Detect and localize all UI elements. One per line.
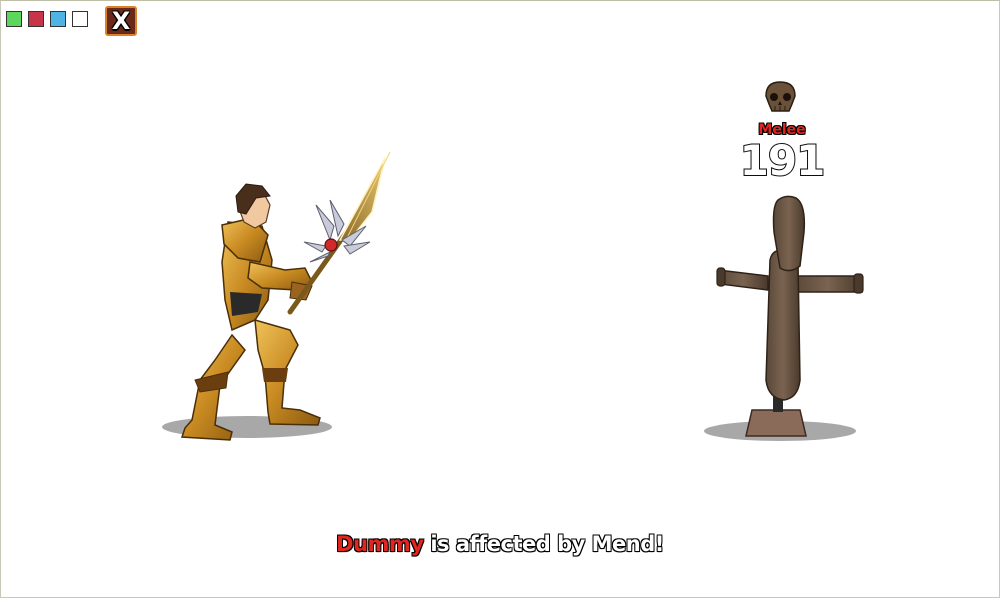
combat-message: Dummy is affected by Mend!	[0, 532, 1000, 556]
damage-number: 191	[739, 135, 827, 186]
battle-stage	[162, 81, 864, 441]
combat-message-text: is affected by Mend!	[423, 532, 664, 556]
skull-icon	[765, 81, 796, 112]
combat-message-target: Dummy	[336, 532, 424, 556]
training-dummy[interactable]	[716, 195, 864, 437]
player-character[interactable]	[180, 151, 391, 441]
